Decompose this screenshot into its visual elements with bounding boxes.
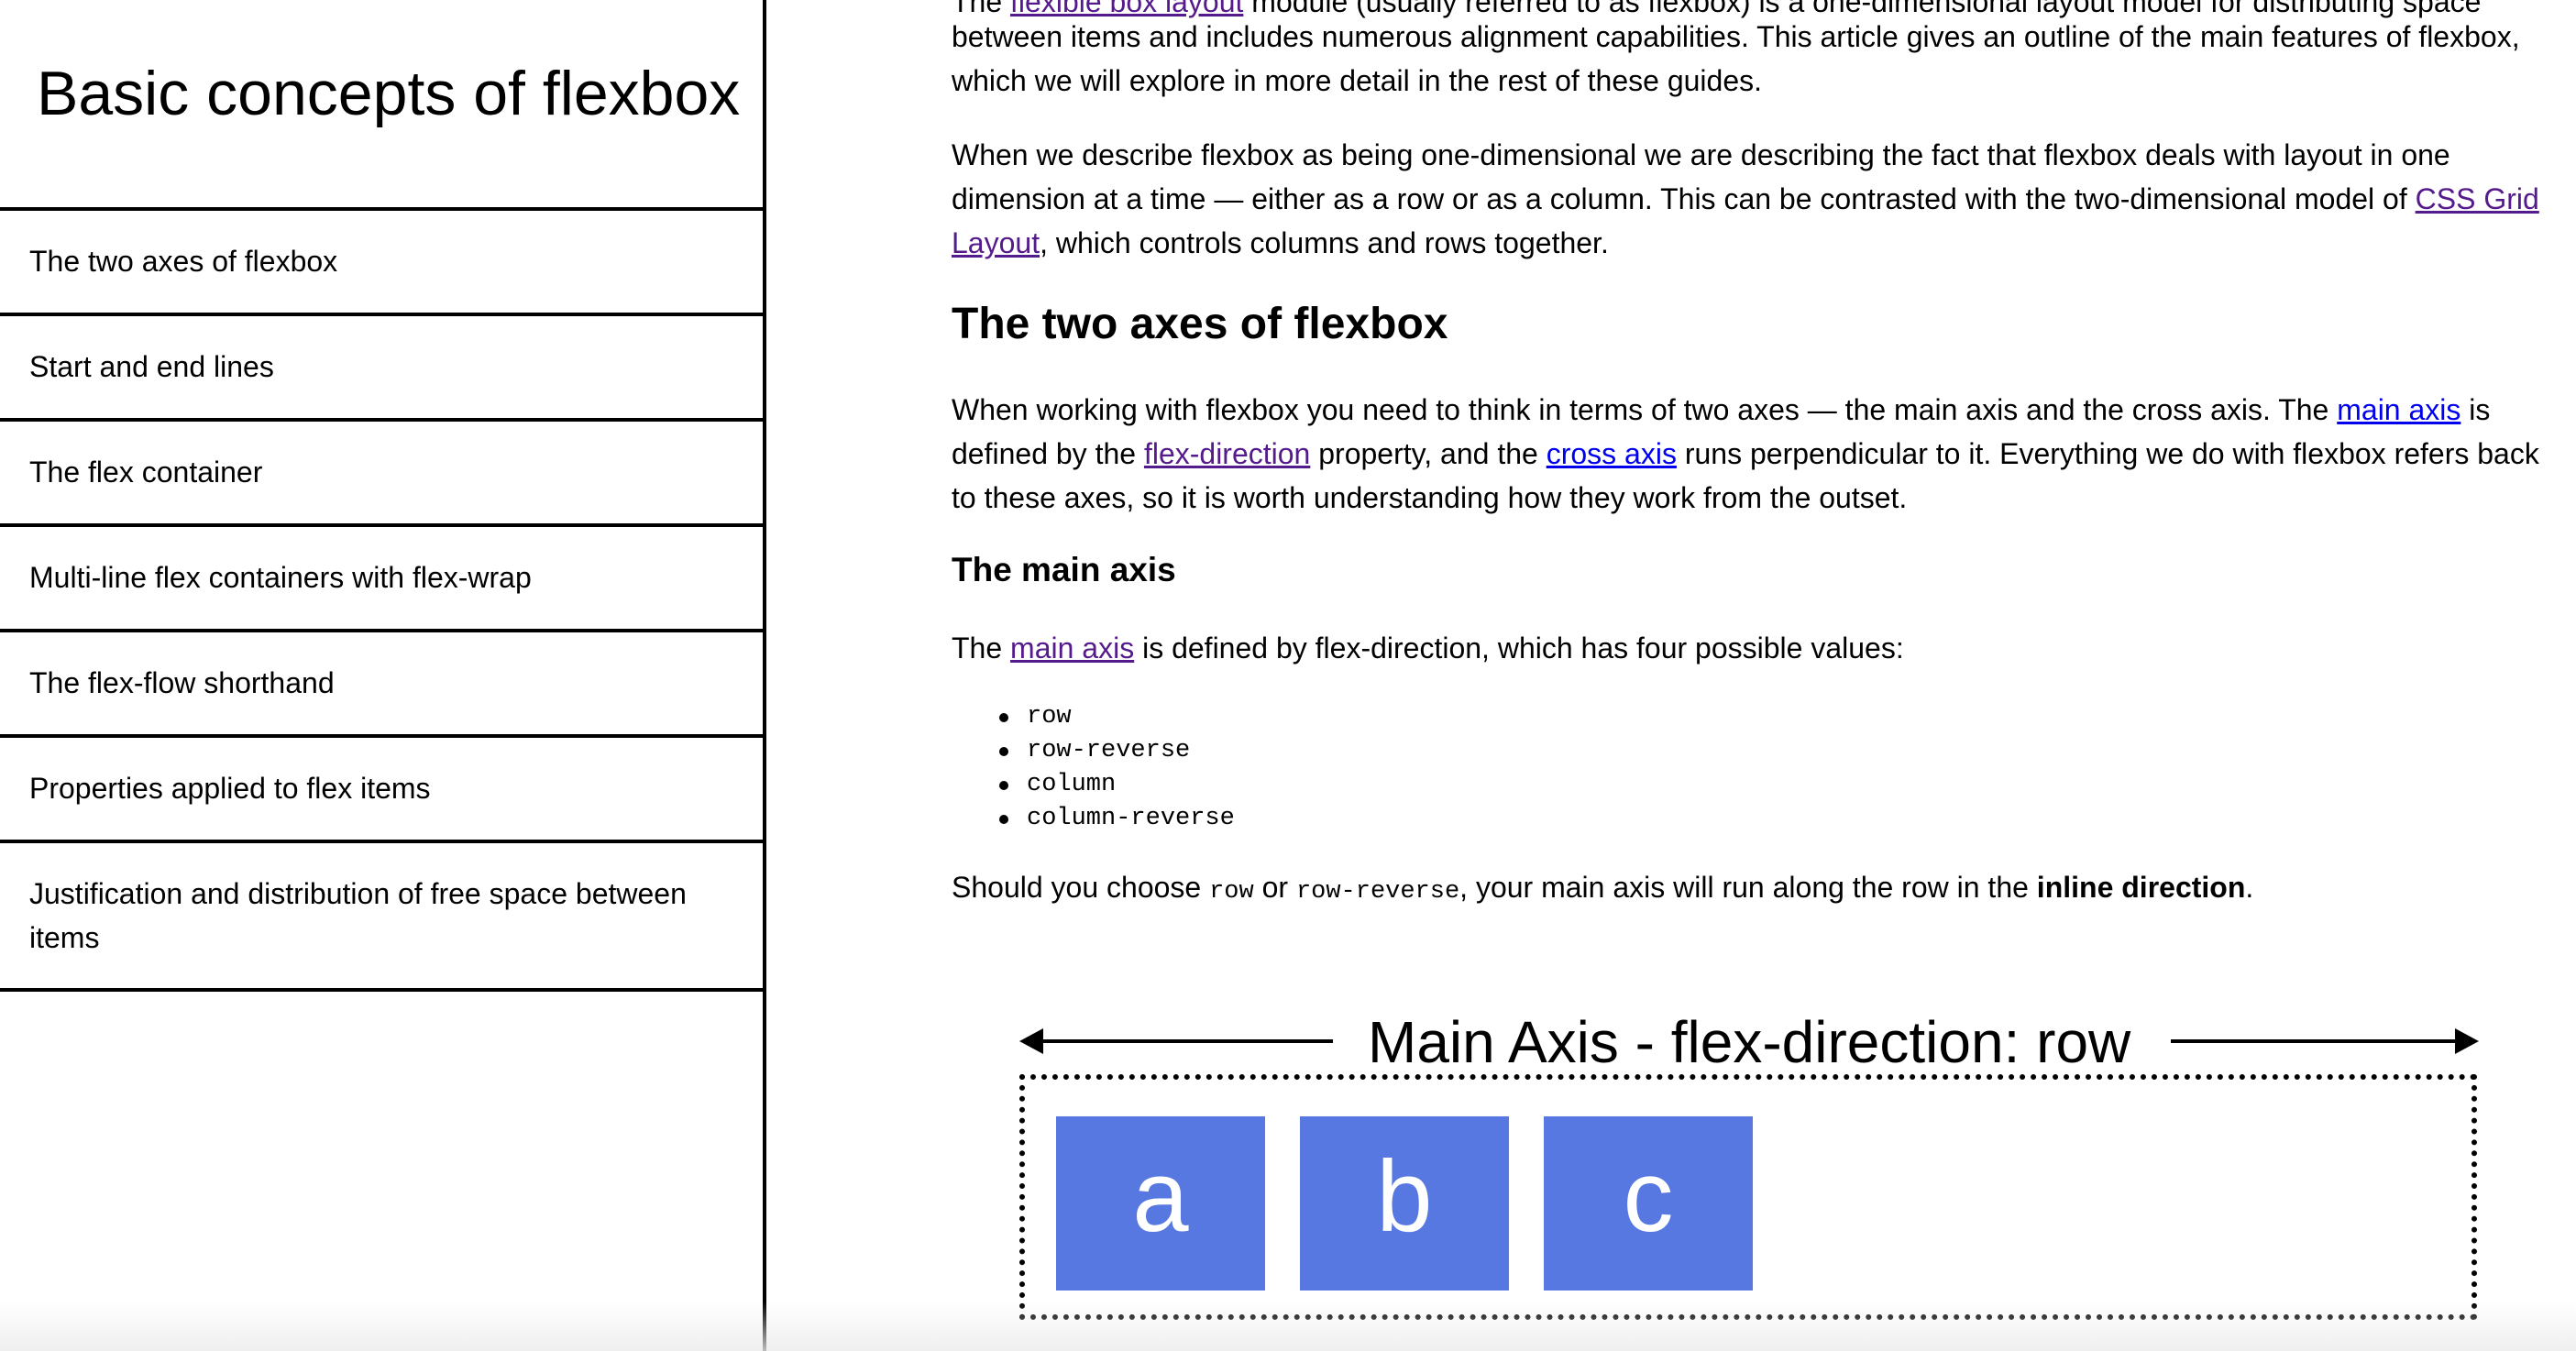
main-axis-diagram: Main Axis - flex-direction: row a b c — [1016, 1010, 2482, 1340]
paragraph-text: , your main axis will run along the row … — [1459, 871, 2037, 904]
sidebar-item-flex-wrap[interactable]: Multi-line flex containers with flex-wra… — [0, 527, 763, 632]
paragraph-text: The — [952, 632, 1011, 665]
sidebar-title: Basic concepts of flexbox — [37, 59, 741, 128]
sidebar-item-start-end-lines[interactable]: Start and end lines — [0, 316, 763, 422]
sidebar-item-flex-items[interactable]: Properties applied to flex items — [0, 738, 763, 843]
sidebar: Basic concepts of flexbox The two axes o… — [0, 0, 766, 1351]
css-grid-layout-link[interactable]: CSS Grid — [2416, 182, 2539, 215]
list-item: row — [999, 700, 1235, 734]
paragraph-text: Should you choose — [952, 871, 1210, 904]
paragraph-text: property, and the — [1310, 437, 1547, 470]
heading-two-axes: The two axes of flexbox — [952, 300, 1448, 348]
code-value: row-reverse — [1295, 878, 1460, 906]
paragraph-text: dimension at a time — either as a row or… — [952, 182, 2416, 215]
paragraph-text: When working with flexbox you need to th… — [952, 388, 2490, 432]
paragraph-text: is defined by flex-direction, which has … — [1134, 632, 1904, 665]
flex-item-c: c — [1544, 1116, 1753, 1291]
sidebar-item-two-axes[interactable]: The two axes of flexbox — [0, 211, 763, 316]
sidebar-nav: The two axes of flexbox Start and end li… — [0, 207, 763, 992]
intro-line: between items and includes numerous alig… — [952, 20, 2520, 53]
paragraph-text: The main axis is defined by flex-directi… — [952, 626, 1904, 670]
paragraph-text: When working with flexbox you need to th… — [952, 393, 2338, 426]
paragraph-text: or — [1253, 871, 1296, 904]
flex-item-a: a — [1056, 1116, 1265, 1291]
code-value: row — [1027, 703, 1072, 730]
paragraph-text: dimension at a time — either as a row or… — [952, 177, 2539, 221]
sidebar-item-justification[interactable]: Justification and distribution of free s… — [0, 843, 763, 992]
axis-label: Main Axis - flex-direction: row — [1368, 1009, 2131, 1075]
code-value: row — [1209, 878, 1254, 906]
css-grid-layout-link[interactable]: Layout — [952, 226, 1040, 259]
main-axis-link[interactable]: main axis — [2337, 393, 2460, 426]
paragraph-text: defined by the — [952, 437, 1144, 470]
flex-direction-link[interactable]: flex-direction — [1144, 437, 1310, 470]
paragraph-text: When we describe flexbox as being one-di… — [952, 138, 2450, 171]
list-item: column-reverse — [999, 802, 1235, 836]
list-item: row-reverse — [999, 734, 1235, 768]
list-item: column — [999, 768, 1235, 802]
axis-line-right — [2171, 1039, 2459, 1043]
paragraph-text: , which controls columns and rows togeth… — [1040, 226, 1609, 259]
intro-line: which we will explore in more detail in … — [952, 64, 1762, 97]
main-axis-link[interactable]: main axis — [1010, 632, 1134, 665]
sidebar-item-flex-flow[interactable]: The flex-flow shorthand — [0, 632, 763, 738]
paragraph-text: . — [2245, 871, 2254, 904]
paragraph-text: Layout, which controls columns and rows … — [952, 221, 1609, 265]
paragraph-text: to these axes, so it is worth understand… — [952, 481, 1908, 514]
paragraph-text: defined by the flex-direction property, … — [952, 432, 2539, 476]
code-value: row-reverse — [1027, 737, 1191, 764]
heading-main-axis: The main axis — [952, 551, 1176, 588]
arrow-right-icon — [2455, 1028, 2479, 1054]
axis-line-left — [1040, 1039, 1333, 1043]
flex-item-b: b — [1300, 1116, 1509, 1291]
paragraph-text: Should you choose row or row-reverse, yo… — [952, 865, 2253, 914]
code-value: column-reverse — [1027, 805, 1235, 832]
code-value: column — [1027, 771, 1117, 798]
paragraph-text: runs perpendicular to it. Everything we … — [1676, 437, 2539, 470]
cross-axis-link[interactable]: cross axis — [1547, 437, 1677, 470]
flex-direction-values-list: row row-reverse column column-reverse — [999, 700, 1235, 836]
sidebar-item-flex-container[interactable]: The flex container — [0, 422, 763, 527]
paragraph-text: is — [2460, 393, 2491, 426]
bold-text: inline direction — [2036, 871, 2246, 904]
